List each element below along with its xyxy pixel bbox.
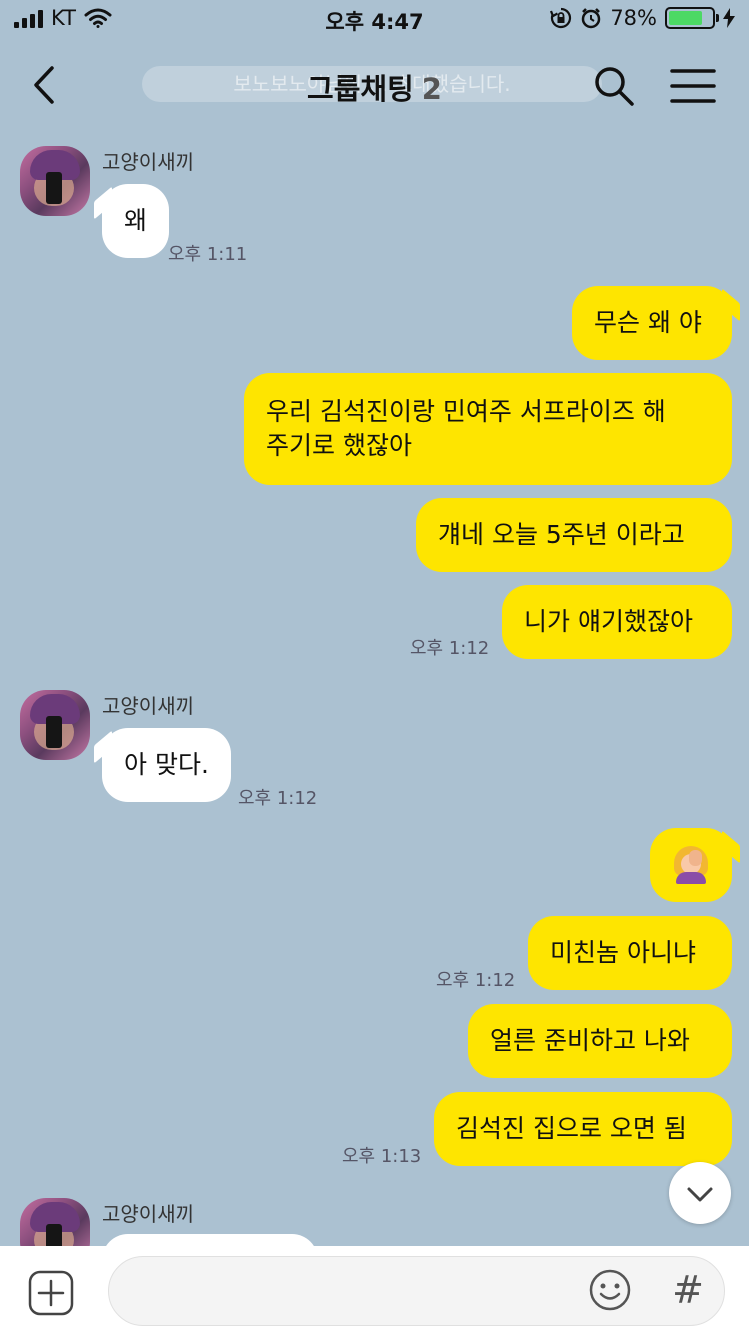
status-right: 78%: [550, 6, 735, 30]
incoming-message-bubble[interactable]: 왜: [102, 184, 170, 258]
outgoing-message-bubble[interactable]: 미친놈 아니냐: [528, 916, 732, 990]
incoming-message-bubble[interactable]: 아 맞다.: [102, 728, 231, 802]
system-notice: 보노보노야님이 ... 초대했습니다.: [142, 66, 602, 102]
message-time: 오후 1:11: [168, 244, 248, 265]
wifi-icon: [84, 8, 112, 28]
sender-name: 고양이새끼: [102, 694, 194, 718]
outgoing-message-bubble[interactable]: 니가 얘기했잖아: [502, 585, 732, 659]
chevron-left-icon: [34, 66, 54, 104]
emoji-button[interactable]: [588, 1268, 632, 1312]
outgoing-message-bubble[interactable]: 김석진 집으로 오면 됨: [434, 1092, 732, 1166]
battery-level: [669, 11, 702, 25]
charging-bolt-icon: [723, 8, 735, 28]
hamburger-menu-icon: [670, 69, 716, 103]
message-input[interactable]: [131, 1273, 575, 1311]
message-time: 오후 1:13: [342, 1146, 422, 1167]
message-input-field[interactable]: [108, 1256, 725, 1326]
message-time: 오후 1:12: [410, 638, 490, 659]
search-icon: [595, 67, 634, 106]
sender-name: 고양이새끼: [102, 1202, 194, 1226]
message-time: 오후 1:12: [436, 970, 516, 991]
plus-square-icon: [28, 1270, 74, 1316]
outgoing-message-bubble[interactable]: 무슨 왜 야: [572, 286, 732, 360]
message-line: 주기로 했잖아: [266, 431, 412, 460]
outgoing-message-bubble[interactable]: 얼른 준비하고 나와: [468, 1004, 732, 1078]
chat-header: 보노보노야님이 ... 초대했습니다. 그룹채팅 2: [0, 40, 749, 130]
outgoing-emoji-bubble[interactable]: [650, 828, 732, 902]
alarm-icon: [582, 8, 601, 29]
hashtag-button[interactable]: #: [668, 1266, 708, 1314]
avatar[interactable]: [20, 690, 90, 760]
avatar[interactable]: [20, 146, 90, 216]
hash-icon: #: [672, 1268, 704, 1312]
battery-icon: [665, 7, 719, 29]
carrier-label: KT: [51, 6, 76, 30]
message-line: 우리 김석진이랑 민여주 서프라이즈 해: [266, 397, 666, 426]
outgoing-message-bubble[interactable]: 걔네 오늘 5주년 이라고: [416, 498, 732, 572]
battery-percent: 78%: [610, 6, 657, 30]
back-button[interactable]: [22, 60, 72, 110]
message-input-bar: [0, 1246, 749, 1334]
woman-facepalming-icon: [672, 846, 710, 884]
signal-strength-icon: [14, 8, 43, 28]
smiley-icon: [589, 1269, 631, 1311]
status-bar: KT 오후 4:47 78%: [0, 0, 749, 40]
attach-button[interactable]: [28, 1270, 74, 1316]
chevron-down-icon: [687, 1187, 713, 1202]
search-button[interactable]: [590, 62, 638, 110]
status-left: KT: [14, 6, 112, 30]
outgoing-message-bubble[interactable]: 우리 김석진이랑 민여주 서프라이즈 해 주기로 했잖아: [244, 373, 732, 485]
scroll-to-bottom-button[interactable]: [669, 1162, 731, 1224]
rotation-lock-icon: [550, 7, 572, 29]
menu-button[interactable]: [670, 68, 716, 104]
sender-name: 고양이새끼: [102, 150, 194, 174]
message-time: 오후 1:12: [238, 788, 318, 809]
